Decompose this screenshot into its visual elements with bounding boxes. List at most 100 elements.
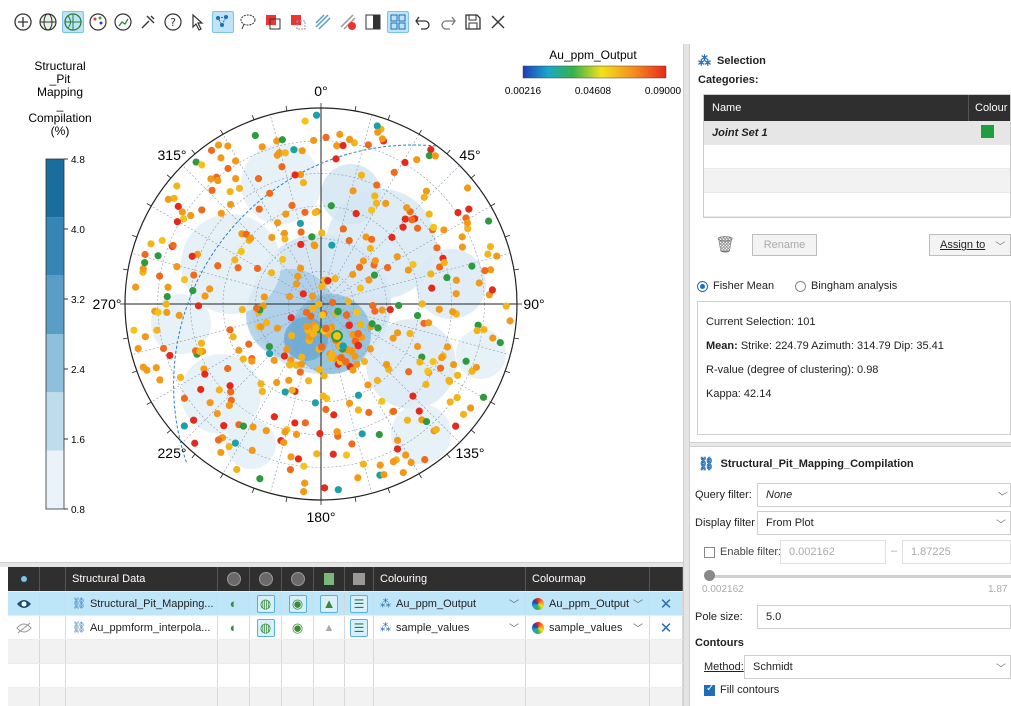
filter-slider-min-handle[interactable] (704, 570, 715, 581)
erase-icon[interactable] (337, 11, 359, 33)
fill-contours-checkbox[interactable]: Fill contours (704, 683, 779, 696)
pole-point (356, 284, 365, 292)
visibility-header[interactable] (8, 567, 40, 591)
remove-row-button[interactable]: ✕ (650, 592, 683, 615)
contour-header-icon[interactable] (282, 567, 314, 591)
query-filter-select[interactable]: None ﹀ (757, 483, 1011, 507)
pole-point (278, 163, 286, 171)
palette-toggle[interactable]: ◍ (250, 616, 282, 639)
chevron-down-icon: ﹀ (633, 600, 643, 611)
pole-point (432, 426, 440, 434)
method-select[interactable]: Schmidt ﹀ (744, 655, 1011, 679)
query-filter-value: None (766, 489, 793, 501)
palette-header-icon[interactable] (250, 567, 282, 591)
pole-point (300, 462, 308, 470)
panel-splitter[interactable] (690, 442, 1011, 447)
stereonet-icon[interactable] (62, 11, 84, 33)
remove-row-button[interactable]: ✕ (650, 616, 683, 639)
category-colour[interactable] (969, 124, 994, 141)
table-row[interactable]: ⛓ Au_ppmform_interpola... ◐ ◍ ◉ ▲ ☰ ⁂ samp… (8, 616, 683, 640)
contour-toggle[interactable]: ◉ (282, 616, 314, 639)
filter-slider-track[interactable] (708, 575, 1011, 578)
stereonet-toggle[interactable]: ◐ (218, 592, 250, 615)
structural-data-header[interactable]: Structural Data (66, 567, 218, 591)
legend-title-line: Compilation (28, 111, 91, 125)
save-icon[interactable] (462, 11, 484, 33)
clear-select-icon[interactable] (287, 11, 309, 33)
colouring-select[interactable]: ⁂ sample_values ﹀ (374, 616, 526, 639)
close-icon[interactable] (487, 11, 509, 33)
list-toggle[interactable]: ☰ (345, 592, 374, 615)
pole-point (354, 330, 362, 338)
pole-point (258, 387, 266, 395)
display-filter-select[interactable]: From Plot ﹀ (757, 511, 1011, 535)
filter-max-input[interactable]: 1.87225 (902, 540, 1011, 564)
stereonet-svg[interactable]: Structural _Pit Mapping _ Compilation (%… (0, 44, 686, 562)
fisher-mean-radio[interactable]: Fisher Mean (697, 280, 774, 292)
category-row-empty (704, 169, 1010, 193)
palette-icon: ◍ (259, 619, 272, 635)
pole-point (484, 250, 492, 258)
pointer-icon[interactable] (187, 11, 209, 33)
colour-header[interactable]: Colour (969, 102, 1007, 114)
filter-toggle[interactable]: ▲ (314, 616, 345, 639)
stereonet-toggle[interactable]: ◐ (218, 616, 250, 639)
colourmap-select[interactable]: sample_values ﹀ (526, 616, 650, 639)
vertical-splitter[interactable] (683, 44, 690, 706)
fill-select-icon[interactable] (262, 11, 284, 33)
dataset-name[interactable]: ⛓ Structural_Pit_Mapping... (66, 592, 218, 615)
stereonet-header-icon[interactable] (218, 567, 250, 591)
pole-point (402, 451, 410, 459)
contour-toggle[interactable]: ◉ (282, 592, 314, 615)
stripes-icon[interactable] (312, 11, 334, 33)
undo-icon[interactable] (412, 11, 434, 33)
list-toggle[interactable]: ☰ (345, 616, 374, 639)
help-icon[interactable]: ? (162, 11, 184, 33)
filter-min-input[interactable]: 0.002162 (780, 540, 886, 564)
category-name[interactable]: Joint Set 1 (704, 127, 969, 139)
assign-to-button[interactable]: Assign to ﹀ (929, 234, 1011, 256)
redo-icon[interactable] (437, 11, 459, 33)
list-header-icon[interactable] (345, 567, 374, 591)
pole-point (427, 145, 435, 154)
tools-icon[interactable] (137, 11, 159, 33)
colouring-select[interactable]: ⁂ Au_ppm_Output ﹀ (374, 592, 526, 615)
grid-icon[interactable] (387, 11, 409, 33)
chart-icon[interactable] (112, 11, 134, 33)
select-points-icon[interactable] (212, 11, 234, 33)
dataset-name[interactable]: ⛓ Au_ppmform_interpola... (66, 616, 218, 639)
filter-toggle[interactable]: ▲ (314, 592, 345, 615)
colouring-header[interactable]: Colouring (374, 567, 526, 591)
pole-point (310, 241, 318, 249)
contrast-icon[interactable] (362, 11, 384, 33)
colourmap-header[interactable]: Colourmap (526, 567, 650, 591)
table-row[interactable]: ⛓ Structural_Pit_Mapping... ◐ ◍ ◉ ▲ ☰ ⁂ Au… (8, 592, 683, 616)
category-row[interactable]: Joint Set 1 (704, 121, 1010, 145)
name-header[interactable]: Name (704, 95, 969, 121)
rename-button[interactable]: Rename (752, 234, 817, 256)
palette-toggle[interactable]: ◍ (250, 592, 282, 615)
pole-point (294, 272, 302, 280)
globe-icon[interactable] (37, 11, 59, 33)
pole-point (258, 143, 266, 151)
add-icon[interactable] (12, 11, 34, 33)
pole-point (224, 164, 232, 173)
pole-point (281, 388, 289, 396)
pole-point (141, 250, 149, 259)
pole-size-input[interactable]: 5.0 (757, 605, 1011, 629)
lasso-icon[interactable] (237, 11, 259, 33)
pole-point (425, 210, 433, 218)
palette-icon[interactable] (87, 11, 109, 33)
bingham-radio[interactable]: Bingham analysis (795, 280, 897, 292)
filter-header-icon[interactable] (314, 567, 345, 591)
pole-point (342, 311, 351, 319)
stereonet-plot-area[interactable]: Structural _Pit Mapping _ Compilation (%… (0, 44, 686, 562)
trash-icon[interactable]: 🗑 (715, 235, 735, 255)
colourmap-select[interactable]: Au_ppm_Output ﹀ (526, 592, 650, 615)
enable-filter-checkbox[interactable]: Enable filter: (704, 546, 781, 558)
eye-icon[interactable] (8, 592, 40, 615)
pole-point (328, 241, 336, 249)
pole-point (299, 179, 308, 187)
eye-off-icon[interactable] (8, 616, 40, 639)
pole-point (367, 206, 376, 214)
